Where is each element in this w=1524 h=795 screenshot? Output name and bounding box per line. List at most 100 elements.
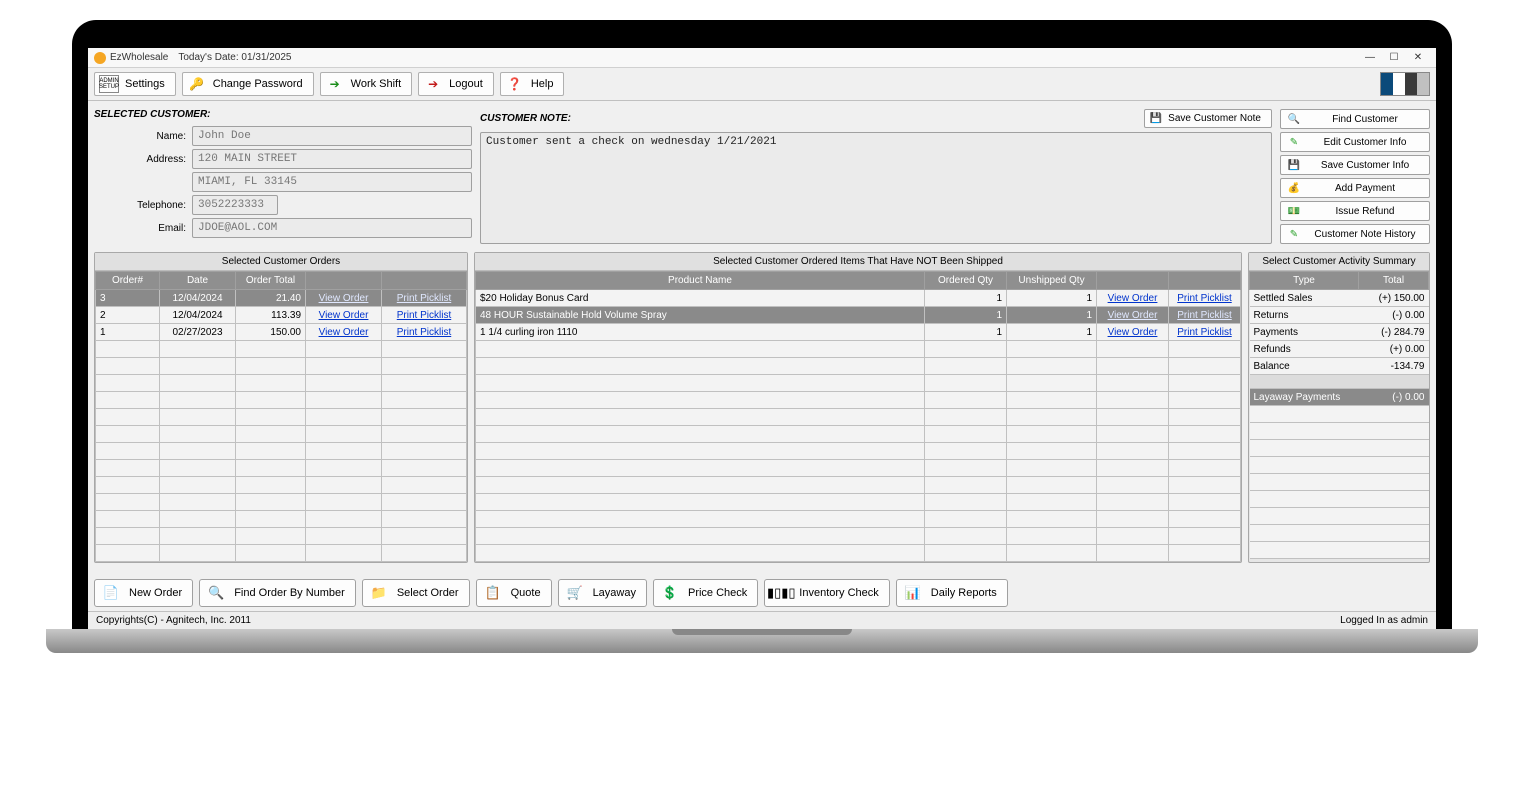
search-icon: 🔍 bbox=[1287, 112, 1301, 126]
quote-button[interactable]: 📋 Quote bbox=[476, 579, 552, 607]
note-history-button[interactable]: ✎ Customer Note History bbox=[1280, 224, 1430, 244]
daily-reports-button[interactable]: 📊 Daily Reports bbox=[896, 579, 1008, 607]
summary-panel: Select Customer Activity Summary Type To… bbox=[1248, 252, 1430, 563]
key-icon: 🔑 bbox=[187, 75, 207, 93]
save-customer-button[interactable]: 💾 Save Customer Info bbox=[1280, 155, 1430, 175]
print-picklist-link[interactable]: Print Picklist bbox=[397, 293, 451, 304]
table-row[interactable] bbox=[96, 341, 467, 358]
email-field[interactable] bbox=[192, 218, 472, 238]
table-row[interactable]: 1 1/4 curling iron 111011View OrderPrint… bbox=[476, 324, 1241, 341]
table-row[interactable] bbox=[96, 392, 467, 409]
view-order-link[interactable]: View Order bbox=[1108, 327, 1158, 338]
name-label: Name: bbox=[106, 131, 186, 142]
theme-swatches[interactable] bbox=[1380, 72, 1430, 96]
main-toolbar: ADMINSETUP Settings 🔑 Change Password ➔ … bbox=[88, 68, 1436, 101]
unshipped-table: Product Name Ordered Qty Unshipped Qty $… bbox=[475, 271, 1241, 562]
new-order-button[interactable]: 📄 New Order bbox=[94, 579, 193, 607]
save-customer-note-button[interactable]: 💾 Save Customer Note bbox=[1144, 109, 1272, 128]
table-row[interactable] bbox=[96, 358, 467, 375]
summary-row: Refunds(+) 0.00 bbox=[1250, 341, 1429, 358]
table-row[interactable] bbox=[96, 528, 467, 545]
orders-col-date: Date bbox=[160, 272, 236, 290]
admin-setup-icon: ADMINSETUP bbox=[99, 75, 119, 93]
table-row[interactable] bbox=[476, 341, 1241, 358]
orders-col-orderno: Order# bbox=[96, 272, 160, 290]
table-row[interactable] bbox=[476, 528, 1241, 545]
table-row[interactable]: 102/27/2023150.00View OrderPrint Picklis… bbox=[96, 324, 467, 341]
find-order-button[interactable]: 🔍 Find Order By Number bbox=[199, 579, 356, 607]
table-row[interactable] bbox=[476, 477, 1241, 494]
help-button[interactable]: ❓ Help bbox=[500, 72, 565, 96]
table-row[interactable] bbox=[476, 545, 1241, 562]
summary-table: Type Total Settled Sales(+) 150.00Return… bbox=[1249, 271, 1429, 559]
chart-icon: 📊 bbox=[903, 584, 923, 602]
table-row[interactable]: 312/04/202421.40View OrderPrint Picklist bbox=[96, 290, 467, 307]
telephone-field[interactable] bbox=[192, 195, 278, 215]
change-password-button[interactable]: 🔑 Change Password bbox=[182, 72, 314, 96]
login-status: Logged In as admin bbox=[1340, 615, 1428, 626]
price-check-button[interactable]: 💲 Price Check bbox=[653, 579, 758, 607]
table-row[interactable] bbox=[476, 409, 1241, 426]
print-picklist-link[interactable]: Print Picklist bbox=[397, 327, 451, 338]
table-row[interactable]: 48 HOUR Sustainable Hold Volume Spray11V… bbox=[476, 307, 1241, 324]
minimize-button[interactable]: — bbox=[1358, 50, 1382, 66]
pencil-green-icon: ✎ bbox=[1287, 135, 1301, 149]
address-label: Address: bbox=[106, 154, 186, 165]
print-picklist-link[interactable]: Print Picklist bbox=[1177, 310, 1231, 321]
find-order-icon: 🔍 bbox=[206, 584, 226, 602]
table-row[interactable] bbox=[476, 494, 1241, 511]
table-row[interactable] bbox=[96, 545, 467, 562]
table-row[interactable] bbox=[476, 460, 1241, 477]
add-payment-label: Add Payment bbox=[1307, 183, 1423, 194]
find-customer-button[interactable]: 🔍 Find Customer bbox=[1280, 109, 1430, 129]
table-row[interactable] bbox=[96, 477, 467, 494]
select-order-button[interactable]: 📁 Select Order bbox=[362, 579, 470, 607]
table-row[interactable] bbox=[476, 426, 1241, 443]
view-order-link[interactable]: View Order bbox=[319, 310, 369, 321]
unshipped-title: Selected Customer Ordered Items That Hav… bbox=[475, 253, 1241, 271]
layaway-button[interactable]: 🛒 Layaway bbox=[558, 579, 647, 607]
settings-button[interactable]: ADMINSETUP Settings bbox=[94, 72, 176, 96]
summary-row: Returns(-) 0.00 bbox=[1250, 307, 1429, 324]
table-row[interactable] bbox=[96, 494, 467, 511]
logout-button[interactable]: ➔ Logout bbox=[418, 72, 494, 96]
save-note-label: Save Customer Note bbox=[1168, 113, 1261, 124]
table-row[interactable] bbox=[96, 409, 467, 426]
view-order-link[interactable]: View Order bbox=[319, 327, 369, 338]
table-row[interactable] bbox=[96, 443, 467, 460]
table-row[interactable] bbox=[476, 392, 1241, 409]
name-field[interactable] bbox=[192, 126, 472, 146]
table-row[interactable] bbox=[96, 511, 467, 528]
work-shift-button[interactable]: ➔ Work Shift bbox=[320, 72, 413, 96]
table-row[interactable] bbox=[96, 426, 467, 443]
address1-field[interactable] bbox=[192, 149, 472, 169]
view-order-link[interactable]: View Order bbox=[1108, 293, 1158, 304]
table-row[interactable]: 212/04/2024113.39View OrderPrint Picklis… bbox=[96, 307, 467, 324]
print-picklist-link[interactable]: Print Picklist bbox=[1177, 293, 1231, 304]
save-small-icon: 💾 bbox=[1287, 158, 1301, 172]
work-shift-label: Work Shift bbox=[351, 78, 402, 90]
view-order-link[interactable]: View Order bbox=[319, 293, 369, 304]
table-row[interactable] bbox=[476, 511, 1241, 528]
close-button[interactable]: ✕ bbox=[1406, 50, 1430, 66]
layaway-label: Layaway bbox=[593, 587, 636, 599]
edit-customer-label: Edit Customer Info bbox=[1307, 137, 1423, 148]
view-order-link[interactable]: View Order bbox=[1108, 310, 1158, 321]
inventory-check-button[interactable]: ▮▯▮▯ Inventory Check bbox=[764, 579, 889, 607]
maximize-button[interactable]: ☐ bbox=[1382, 50, 1406, 66]
customer-note-textarea[interactable]: Customer sent a check on wednesday 1/21/… bbox=[480, 132, 1272, 244]
edit-customer-button[interactable]: ✎ Edit Customer Info bbox=[1280, 132, 1430, 152]
summary-col-total: Total bbox=[1359, 272, 1429, 290]
print-picklist-link[interactable]: Print Picklist bbox=[397, 310, 451, 321]
print-picklist-link[interactable]: Print Picklist bbox=[1177, 327, 1231, 338]
table-row[interactable] bbox=[476, 375, 1241, 392]
table-row[interactable] bbox=[476, 358, 1241, 375]
table-row[interactable] bbox=[96, 460, 467, 477]
add-payment-button[interactable]: 💰 Add Payment bbox=[1280, 178, 1430, 198]
table-row[interactable]: $20 Holiday Bonus Card11View OrderPrint … bbox=[476, 290, 1241, 307]
summary-col-type: Type bbox=[1250, 272, 1359, 290]
table-row[interactable] bbox=[96, 375, 467, 392]
issue-refund-button[interactable]: 💵 Issue Refund bbox=[1280, 201, 1430, 221]
table-row[interactable] bbox=[476, 443, 1241, 460]
address2-field[interactable] bbox=[192, 172, 472, 192]
